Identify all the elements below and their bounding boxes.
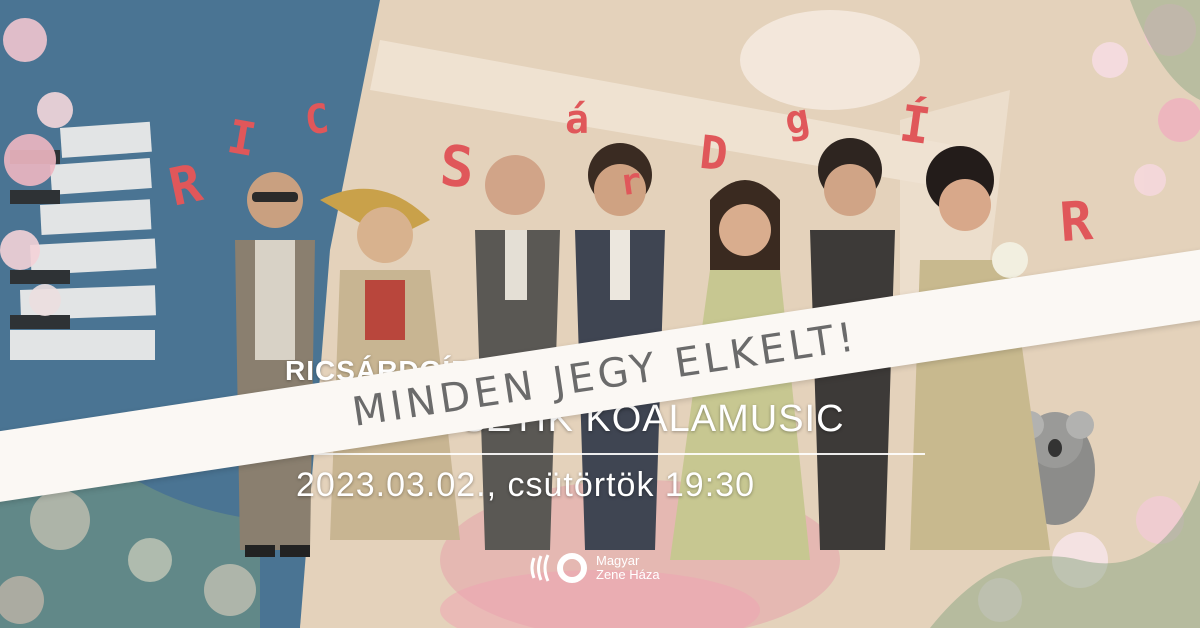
logo-line2: Zene Háza [596, 567, 660, 582]
event-datetime: 2023.03.02., csütörtök 19:30 [296, 466, 755, 504]
title-letter: á [565, 97, 590, 143]
logo-line1: Magyar [596, 553, 640, 568]
venue-logo: Magyar Zene Háza [528, 552, 660, 584]
title-letter: C [302, 95, 332, 145]
event-poster: R I C S á r D g Í R RICSÁRDGÍR AKUSZTIK … [0, 0, 1200, 628]
title-letter: R [1057, 188, 1095, 255]
title-letter: D [697, 124, 731, 182]
mzh-logo-icon [530, 553, 587, 583]
title-letter: S [437, 133, 476, 202]
divider-line [275, 453, 925, 455]
logo-text: Magyar Zene Háza [596, 554, 660, 582]
